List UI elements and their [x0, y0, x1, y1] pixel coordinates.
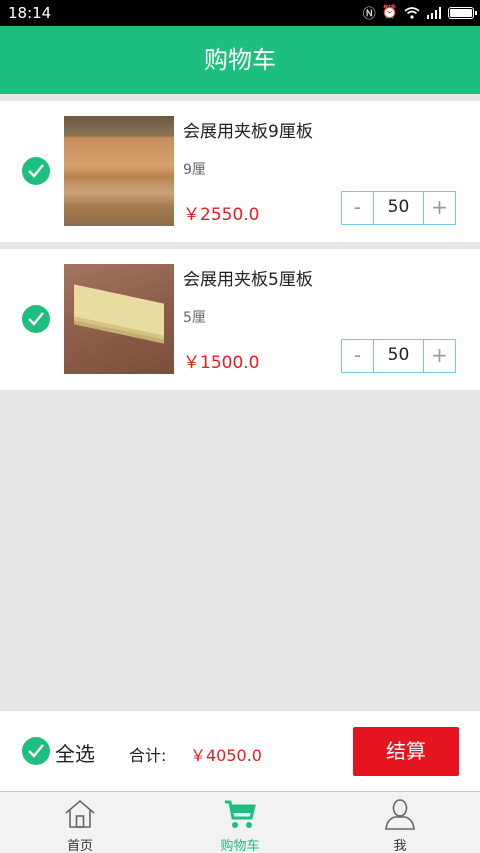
status-time: 18:14 — [8, 4, 52, 22]
cart-item[interactable]: 会展用夹板5厘板 5厘 ￥1500.0 - 50 + — [0, 249, 480, 390]
status-bar: 18:14 Ⓝ ⏰ — [0, 0, 480, 26]
product-spec: 9厘 — [183, 162, 206, 178]
quantity-input[interactable]: 50 — [373, 340, 424, 372]
decrease-button[interactable]: - — [342, 192, 373, 224]
product-image[interactable] — [64, 264, 174, 374]
quantity-stepper: - 50 + — [341, 339, 456, 373]
checkmark-icon — [28, 312, 44, 326]
bottom-tab-bar: 首页 购物车 我 — [0, 791, 480, 853]
cart-icon — [225, 800, 256, 828]
battery-icon — [448, 6, 477, 19]
tab-label: 首页 — [66, 839, 93, 853]
item-checkbox[interactable] — [22, 305, 50, 333]
quantity-input[interactable]: 50 — [373, 192, 424, 224]
nfc-icon: Ⓝ — [362, 7, 376, 22]
quantity-stepper: - 50 + — [341, 191, 456, 225]
cart-item[interactable]: 会展用夹板9厘板 9厘 ￥2550.0 - 50 + — [0, 101, 480, 242]
select-all-checkbox[interactable] — [22, 737, 50, 765]
tab-me[interactable]: 我 — [320, 792, 480, 853]
home-icon — [65, 799, 95, 828]
wifi-icon — [404, 6, 420, 19]
tab-label: 购物车 — [220, 839, 260, 853]
decrease-button[interactable]: - — [342, 340, 373, 372]
product-name[interactable]: 会展用夹板5厘板 — [183, 265, 313, 290]
page-header: 购物车 — [0, 26, 480, 94]
checkout-button[interactable]: 结算 — [353, 727, 459, 776]
select-all-label[interactable]: 全选 — [55, 738, 95, 767]
product-price: ￥1500.0 — [183, 353, 260, 373]
increase-button[interactable]: + — [424, 192, 455, 224]
checkmark-icon — [28, 164, 44, 178]
tab-home[interactable]: 首页 — [0, 792, 160, 853]
product-name[interactable]: 会展用夹板9厘板 — [183, 117, 313, 142]
product-price: ￥2550.0 — [183, 205, 260, 225]
page-title: 购物车 — [204, 46, 276, 74]
status-icons: Ⓝ ⏰ — [362, 3, 477, 22]
alarm-icon: ⏰ — [381, 5, 398, 20]
product-image[interactable] — [64, 116, 174, 226]
signal-icon — [427, 6, 441, 19]
checkout-bar: 全选 合计: ￥4050.0 结算 — [0, 710, 480, 791]
tab-label: 我 — [393, 839, 407, 853]
tab-cart[interactable]: 购物车 — [160, 792, 320, 853]
checkmark-icon — [28, 744, 44, 758]
total-label: 合计: — [129, 746, 167, 765]
product-spec: 5厘 — [183, 310, 206, 326]
total-value: ￥4050.0 — [190, 746, 262, 765]
increase-button[interactable]: + — [424, 340, 455, 372]
item-checkbox[interactable] — [22, 157, 50, 185]
user-icon — [385, 799, 415, 830]
